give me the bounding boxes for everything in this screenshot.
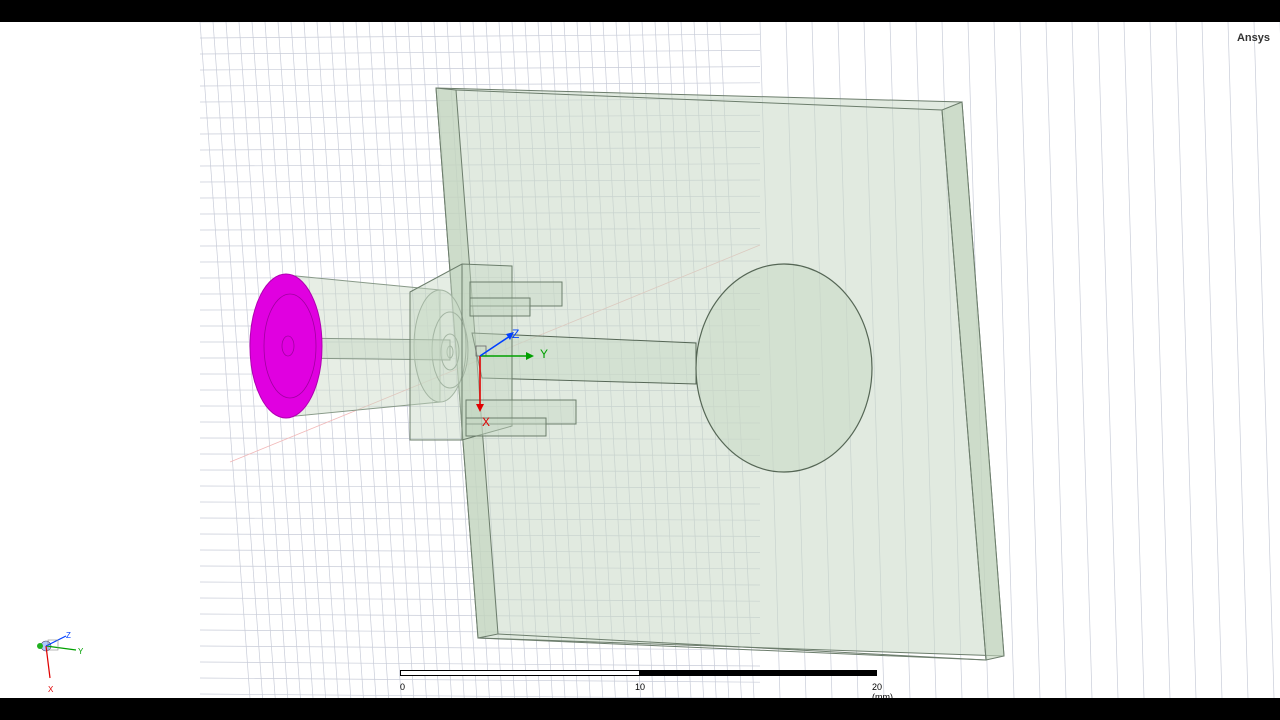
scale-bar-white-segment — [400, 670, 640, 676]
brand-label: Ansys — [1236, 32, 1270, 44]
scale-bar-black-segment — [639, 670, 877, 676]
scale-tick-10: 10 — [635, 682, 646, 692]
scale-tick-0: 0 — [400, 682, 406, 692]
triad-label-z: Z — [66, 631, 71, 640]
circular-patch[interactable] — [695, 263, 873, 473]
axis-label-x: X — [482, 415, 490, 429]
scale-tick-20: 20 (mm) — [872, 682, 893, 698]
triad-label-y: Y — [78, 647, 84, 656]
axis-label-y: Y — [540, 347, 548, 361]
triad-label-x: X — [48, 685, 54, 694]
scale-bar: 0 10 20 (mm) — [400, 670, 893, 698]
orientation-triad[interactable]: Y X Z — [32, 630, 102, 698]
model-scene[interactable]: Y X Z — [0, 22, 1280, 698]
wave-port-face[interactable] — [249, 273, 323, 419]
axis-label-z: Z — [512, 327, 519, 341]
triad-y-handle-icon — [37, 643, 43, 649]
modeler-3d-viewport[interactable]: Y X Z Ansys Y X Z 0 10 20 (mm) — [0, 22, 1280, 698]
